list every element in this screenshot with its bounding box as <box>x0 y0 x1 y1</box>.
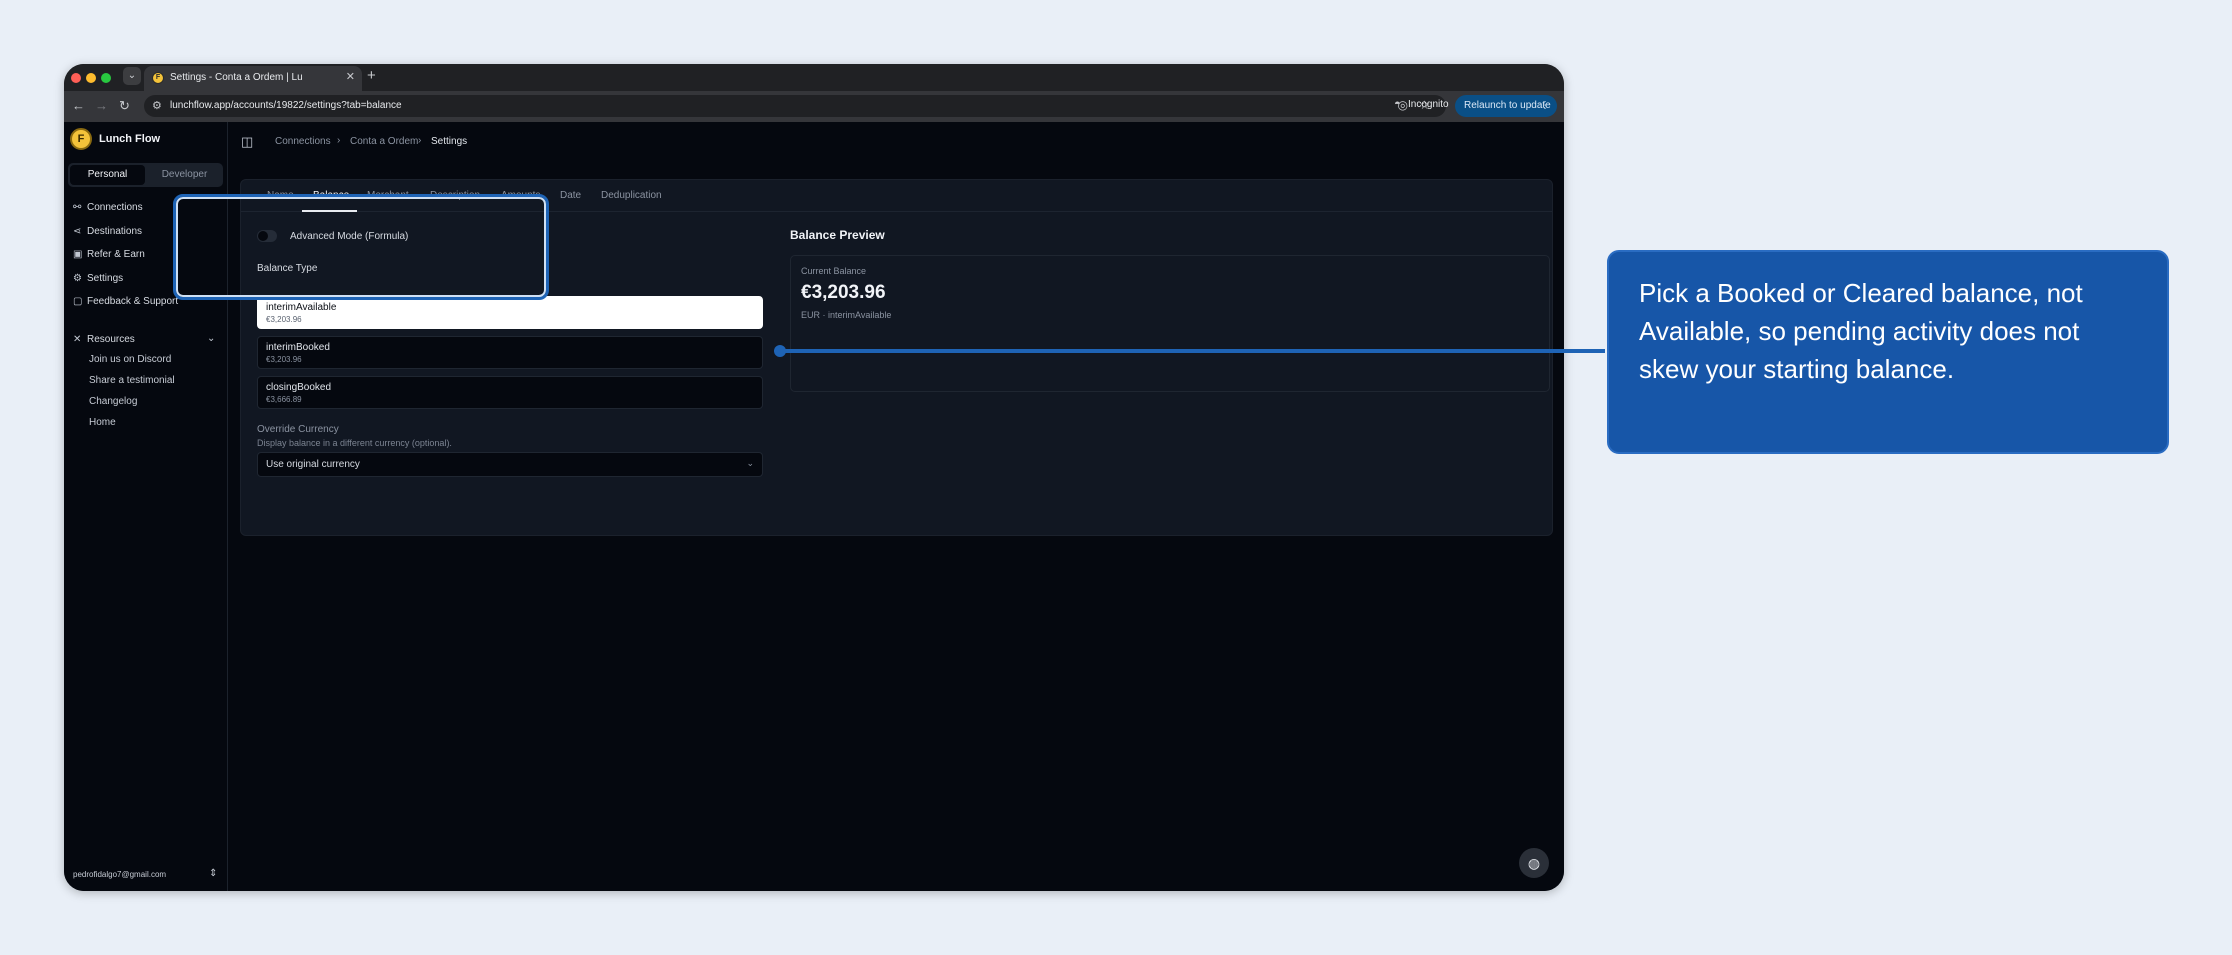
callout-anchor-dot <box>774 345 786 357</box>
resource-changelog[interactable]: Changelog <box>89 396 137 407</box>
tab-title: Settings - Conta a Ordem | Lu <box>170 72 303 83</box>
message-square-icon: ▢ <box>73 296 83 307</box>
resource-testimonial[interactable]: Share a testimonial <box>89 375 175 386</box>
sidebar-item-label: Feedback & Support <box>87 296 179 307</box>
sidebar-item-label: Resources <box>87 334 135 345</box>
new-tab-plus-icon[interactable]: + <box>367 67 376 84</box>
option-name: closingBooked <box>266 382 332 393</box>
option-value: €3,203.96 <box>266 355 302 364</box>
advanced-mode-toggle[interactable] <box>257 230 277 242</box>
incognito-label[interactable]: Incognito <box>1408 99 1449 110</box>
resource-discord[interactable]: Join us on Discord <box>89 354 171 365</box>
balance-option-interim-booked[interactable]: interimBooked €3,203.96 <box>257 336 763 369</box>
reload-icon[interactable]: ↻ <box>119 98 130 114</box>
link-icon: ⚯ <box>73 202 82 213</box>
sidebar-toggle-icon[interactable]: ◫ <box>241 134 253 150</box>
chevrons-up-down-icon[interactable]: ⇕ <box>209 868 217 879</box>
current-balance-meta: EUR · interimAvailable <box>801 310 892 320</box>
address-bar[interactable]: ⚙ lunchflow.app/accounts/19822/settings?… <box>144 95 1446 117</box>
resource-home[interactable]: Home <box>89 417 116 428</box>
minimize-window-button[interactable] <box>86 73 96 83</box>
tab-merchant[interactable]: Merchant <box>367 190 409 201</box>
current-balance-amount: €3,203.96 <box>801 282 886 303</box>
sidebar-item-feedback[interactable]: ▢ Feedback & Support <box>73 293 178 311</box>
sidebar-item-label: Settings <box>87 273 124 284</box>
tab-date[interactable]: Date <box>560 190 581 201</box>
balance-type-label: Balance Type <box>257 263 318 274</box>
more-vert-icon[interactable]: ⋮ <box>1540 95 1550 117</box>
tab-balance[interactable]: Balance <box>313 190 349 201</box>
breadcrumb-connections[interactable]: Connections <box>275 136 331 147</box>
tip-callout: Pick a Booked or Cleared balance, not Av… <box>1607 250 2169 454</box>
brand-name: Lunch Flow <box>99 133 161 145</box>
url-text[interactable]: lunchflow.app/accounts/19822/settings?ta… <box>170 100 402 111</box>
settings-card: Name Balance Merchant Description Amount… <box>240 179 1553 536</box>
incognito-icon: ◓ <box>1394 98 1401 110</box>
override-currency-value: Use original currency <box>266 459 360 470</box>
tab-amounts[interactable]: Amounts <box>501 190 540 201</box>
option-name: interimAvailable <box>266 302 337 313</box>
tab-description[interactable]: Description <box>430 190 480 201</box>
browser-window: ⌄ F Settings - Conta a Ordem | Lu ✕ + ← … <box>64 64 1564 891</box>
option-name: interimBooked <box>266 342 330 353</box>
settings-tabs: Name Balance Merchant Description Amount… <box>241 180 1552 212</box>
breadcrumb-chevron-icon: › <box>418 135 422 146</box>
chevron-down-icon: ⌄ <box>746 458 754 468</box>
option-value: €3,203.96 <box>266 315 302 324</box>
active-tab-indicator <box>302 210 357 212</box>
balance-option-interim-available[interactable]: interimAvailable €3,203.96 <box>257 296 763 329</box>
sidebar-item-connections[interactable]: ⚯ Connections <box>73 199 143 217</box>
sidebar-item-label: Destinations <box>87 226 143 237</box>
balance-preview-title: Balance Preview <box>790 228 885 242</box>
chat-support-icon[interactable]: ◍ <box>1519 848 1549 878</box>
current-balance-label: Current Balance <box>801 266 867 276</box>
tab-name[interactable]: Name <box>267 190 294 201</box>
sidebar-item-destinations[interactable]: ⋖ Destinations <box>73 223 142 241</box>
maximize-window-button[interactable] <box>101 73 111 83</box>
balance-option-closing-booked[interactable]: closingBooked €3,666.89 <box>257 376 763 409</box>
sidebar-item-settings[interactable]: ⚙ Settings <box>73 270 123 288</box>
override-currency-select[interactable]: Use original currency ⌄ <box>257 452 763 477</box>
advanced-mode-label: Advanced Mode (Formula) <box>290 231 409 242</box>
tab-search-chevron-icon[interactable]: ⌄ <box>123 67 141 85</box>
gift-icon: ▣ <box>73 249 83 260</box>
breadcrumb-chevron-icon: › <box>337 135 341 146</box>
override-currency-label: Override Currency <box>257 424 339 435</box>
sidebar-item-label: Connections <box>87 202 143 213</box>
sidebar-item-label: Refer & Earn <box>87 249 145 260</box>
tab-deduplication[interactable]: Deduplication <box>601 190 662 201</box>
balance-preview-box: Current Balance €3,203.96 EUR · interimA… <box>790 255 1550 392</box>
app-root: F Lunch Flow Personal Developer ⚯ Connect… <box>64 122 1564 891</box>
callout-text: Pick a Booked or Cleared balance, not Av… <box>1639 278 2083 384</box>
forward-arrow-icon[interactable]: → <box>95 98 108 113</box>
breadcrumb-current: Settings <box>431 136 468 147</box>
sidebar-resources-toggle[interactable]: ✕ Resources <box>73 331 135 349</box>
chevron-down-icon[interactable]: ⌄ <box>207 333 215 344</box>
browser-toolbar: ← → ↻ ⚙ lunchflow.app/accounts/19822/set… <box>64 91 1564 122</box>
brand-logo-icon: F <box>70 128 92 150</box>
close-window-button[interactable] <box>71 73 81 83</box>
site-settings-icon[interactable]: ⚙ <box>152 99 162 112</box>
tools-icon: ✕ <box>73 334 82 345</box>
browser-tab[interactable]: F Settings - Conta a Ordem | Lu ✕ <box>144 66 362 91</box>
main-content: ◫ Connections › Conta a Ordem › Settings… <box>229 122 1564 891</box>
account-mode-switch: Personal Developer <box>68 163 223 187</box>
option-value: €3,666.89 <box>266 395 302 404</box>
back-arrow-icon[interactable]: ← <box>72 98 85 113</box>
share-icon: ⋖ <box>73 226 82 237</box>
sidebar: F Lunch Flow Personal Developer ⚯ Connect… <box>64 122 228 891</box>
gear-icon: ⚙ <box>73 273 82 284</box>
segment-personal[interactable]: Personal <box>70 165 145 185</box>
override-currency-description: Display balance in a different currency … <box>257 438 452 448</box>
segment-developer[interactable]: Developer <box>148 165 221 185</box>
lunchflow-favicon-icon: F <box>152 72 164 84</box>
user-email[interactable]: pedrofidalgo7@gmail.com <box>73 870 166 879</box>
tab-close-icon[interactable]: ✕ <box>346 70 355 83</box>
breadcrumb-account[interactable]: Conta a Ordem <box>350 136 418 147</box>
relaunch-button[interactable]: Relaunch to update ⋮ <box>1455 95 1557 117</box>
callout-connector-line <box>781 349 1605 353</box>
relaunch-label: Relaunch to update <box>1464 100 1551 111</box>
tab-bar: ⌄ F Settings - Conta a Ordem | Lu ✕ + <box>64 64 1564 91</box>
sidebar-item-refer-earn[interactable]: ▣ Refer & Earn <box>73 246 145 264</box>
